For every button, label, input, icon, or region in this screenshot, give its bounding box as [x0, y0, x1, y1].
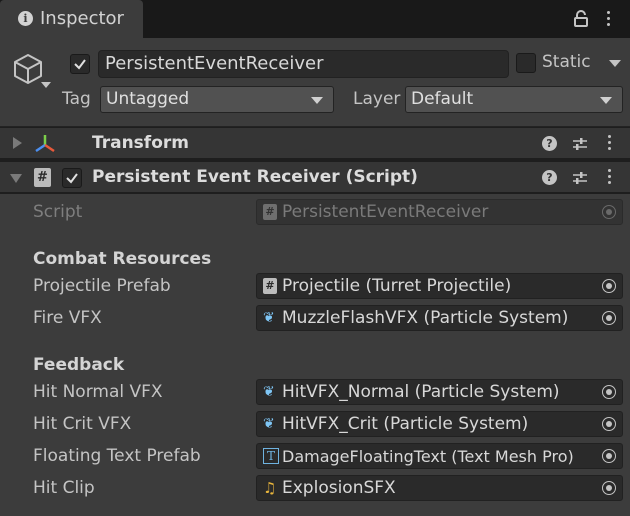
- hit-normal-vfx-label: Hit Normal VFX: [33, 382, 163, 402]
- presets-icon[interactable]: [571, 169, 589, 187]
- component-menu-icon[interactable]: [608, 169, 611, 187]
- projectile-prefab-label: Projectile Prefab: [33, 276, 171, 296]
- layer-value: Default: [411, 89, 474, 109]
- object-picker-icon[interactable]: [602, 279, 616, 293]
- hit-crit-vfx-label: Hit Crit VFX: [33, 414, 132, 434]
- static-dropdown-arrow-icon[interactable]: [609, 60, 621, 67]
- object-picker-icon[interactable]: [602, 417, 616, 431]
- tab-menu-icon[interactable]: [607, 11, 610, 29]
- layer-label: Layer: [353, 89, 401, 109]
- script-component-title: Persistent Event Receiver (Script): [92, 167, 418, 187]
- hash-script-icon: #: [263, 204, 277, 220]
- chevron-down-icon: [600, 97, 612, 104]
- floating-text-prefab-label: Floating Text Prefab: [33, 446, 201, 466]
- hash-script-icon: #: [34, 168, 51, 187]
- hit-clip-field[interactable]: ♫ ExplosionSFX: [256, 475, 623, 501]
- tab-title: Inspector: [40, 8, 124, 29]
- lock-icon[interactable]: [574, 10, 588, 27]
- hit-crit-vfx-value: HitVFX_Crit (Particle System): [282, 414, 529, 434]
- fire-vfx-field[interactable]: ❦ MuzzleFlashVFX (Particle System): [256, 305, 623, 331]
- component-menu-icon[interactable]: [608, 135, 611, 153]
- component-enabled-checkbox[interactable]: [62, 168, 82, 188]
- object-picker-icon[interactable]: [602, 481, 616, 495]
- chevron-down-icon: [311, 97, 323, 104]
- object-picker-icon: [602, 205, 616, 219]
- hit-crit-vfx-field[interactable]: ❦ HitVFX_Crit (Particle System): [256, 411, 623, 437]
- hash-script-icon: #: [263, 278, 277, 294]
- inspector-tab[interactable]: i Inspector: [0, 0, 143, 38]
- projectile-prefab-field[interactable]: # Projectile (Turret Projectile): [256, 273, 623, 299]
- tag-dropdown[interactable]: Untagged: [100, 86, 334, 113]
- script-component-header[interactable]: # Persistent Event Receiver (Script) ?: [0, 161, 630, 193]
- icon-dropdown-arrow-icon[interactable]: [41, 82, 51, 88]
- particle-system-icon: ❦: [263, 416, 275, 432]
- cube-icon[interactable]: [12, 52, 44, 84]
- transform-component-header[interactable]: Transform ?: [0, 127, 630, 159]
- foldout-open-icon[interactable]: [10, 174, 22, 183]
- combat-resources-header: Combat Resources: [33, 249, 212, 269]
- hit-normal-vfx-value: HitVFX_Normal (Particle System): [282, 382, 560, 402]
- script-component-body: Script # PersistentEventReceiver Combat …: [0, 194, 630, 516]
- object-picker-icon[interactable]: [602, 449, 616, 463]
- tag-value: Untagged: [106, 89, 190, 109]
- transform-axes-icon: [35, 135, 55, 153]
- text-mesh-pro-icon: T: [263, 448, 279, 464]
- foldout-closed-icon[interactable]: [13, 137, 22, 149]
- checkmark-icon: [66, 173, 78, 184]
- fire-vfx-label: Fire VFX: [33, 308, 102, 328]
- hit-normal-vfx-field[interactable]: ❦ HitVFX_Normal (Particle System): [256, 379, 623, 405]
- active-checkbox[interactable]: [70, 54, 90, 74]
- particle-system-icon: ❦: [263, 310, 275, 326]
- static-label: Static: [542, 52, 591, 72]
- transform-title: Transform: [92, 133, 189, 153]
- audio-clip-icon: ♫: [263, 479, 277, 497]
- floating-text-prefab-value: DamageFloatingText (Text Mesh Pro): [282, 447, 574, 466]
- projectile-prefab-value: Projectile (Turret Projectile): [282, 276, 512, 296]
- script-field: # PersistentEventReceiver: [256, 199, 623, 225]
- object-picker-icon[interactable]: [602, 311, 616, 325]
- script-label: Script: [33, 202, 83, 222]
- hit-clip-value: ExplosionSFX: [282, 478, 396, 498]
- feedback-header: Feedback: [33, 355, 125, 375]
- tag-label: Tag: [62, 89, 91, 109]
- particle-system-icon: ❦: [263, 384, 275, 400]
- help-icon[interactable]: ?: [542, 136, 557, 151]
- hit-clip-label: Hit Clip: [33, 478, 95, 498]
- checkmark-icon: [74, 59, 86, 70]
- floating-text-prefab-field[interactable]: T DamageFloatingText (Text Mesh Pro): [256, 443, 623, 469]
- help-icon[interactable]: ?: [542, 170, 557, 185]
- object-picker-icon[interactable]: [602, 385, 616, 399]
- gameobject-name-field[interactable]: PersistentEventReceiver: [98, 50, 509, 78]
- info-icon: i: [18, 11, 33, 26]
- layer-dropdown[interactable]: Default: [405, 86, 623, 113]
- presets-icon[interactable]: [571, 135, 589, 153]
- fire-vfx-value: MuzzleFlashVFX (Particle System): [282, 308, 569, 328]
- script-value: PersistentEventReceiver: [282, 202, 489, 222]
- static-checkbox[interactable]: [516, 53, 536, 73]
